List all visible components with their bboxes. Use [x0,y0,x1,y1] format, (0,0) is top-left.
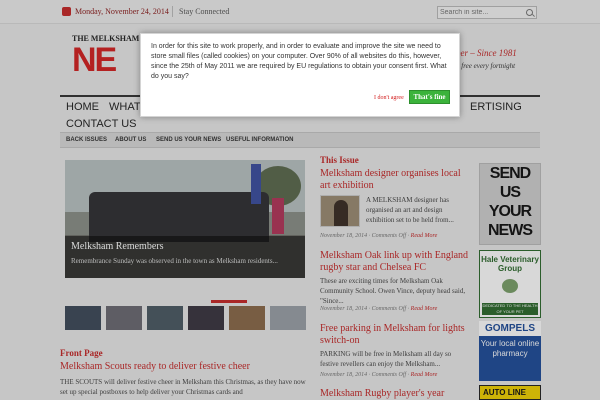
cookie-consent-modal: In order for this site to work properly,… [140,33,460,117]
accept-cookies-button[interactable]: That's fine [409,90,450,104]
cookie-consent-text: In order for this site to work properly,… [151,43,447,80]
decline-cookies-link[interactable]: I don't agree [374,95,404,101]
